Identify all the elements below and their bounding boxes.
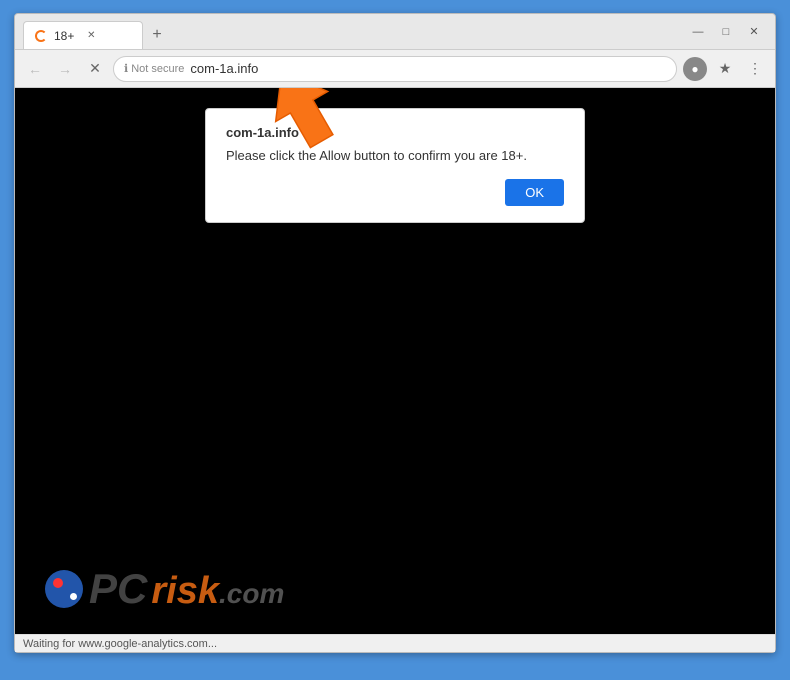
profile-button[interactable]: ●: [683, 57, 707, 81]
close-button[interactable]: ✕: [741, 19, 767, 45]
title-bar: 18+ ✕ + — □ ✕: [15, 14, 775, 50]
arrow-annotation: [246, 88, 366, 154]
logo-icon: [45, 570, 83, 608]
status-text: Waiting for www.google-analytics.com...: [23, 638, 217, 650]
dialog-message: Please click the Allow button to confirm…: [226, 148, 564, 163]
dialog-footer: OK: [226, 179, 564, 206]
tab-close-button[interactable]: ✕: [84, 29, 98, 43]
tab-area: 18+ ✕ +: [23, 14, 685, 49]
url-display: com-1a.info: [190, 61, 666, 76]
security-indicator: ℹ Not secure: [124, 62, 184, 75]
bookmark-button[interactable]: ★: [713, 57, 737, 81]
watermark-dotcom: .com: [219, 580, 284, 608]
ok-button[interactable]: OK: [505, 179, 564, 206]
browser-window: 18+ ✕ + — □ ✕ ← → ✕ ℹ Not secure com-1a.…: [14, 13, 776, 653]
status-bar: Waiting for www.google-analytics.com...: [15, 634, 775, 652]
watermark: PC risk .com: [45, 568, 284, 610]
minimize-button[interactable]: —: [685, 19, 711, 45]
maximize-button[interactable]: □: [713, 19, 739, 45]
forward-button[interactable]: →: [53, 57, 77, 81]
watermark-risk: risk: [151, 572, 219, 610]
dialog-site: com-1a.info says: [226, 125, 564, 140]
logo-dot-red: [53, 578, 63, 588]
back-button[interactable]: ←: [23, 57, 47, 81]
menu-button[interactable]: ⋮: [743, 57, 767, 81]
new-tab-button[interactable]: +: [143, 21, 171, 49]
info-icon: ℹ: [124, 62, 128, 75]
tab-title: 18+: [54, 29, 74, 43]
address-input[interactable]: ℹ Not secure com-1a.info: [113, 56, 677, 82]
window-controls: — □ ✕: [685, 19, 767, 45]
address-bar: ← → ✕ ℹ Not secure com-1a.info ● ★ ⋮: [15, 50, 775, 88]
page-content: com-1a.info says Please click the Allow …: [15, 88, 775, 634]
browser-tab[interactable]: 18+ ✕: [23, 21, 143, 49]
dialog-overlay: com-1a.info says Please click the Allow …: [15, 88, 775, 634]
security-text: Not secure: [131, 63, 184, 75]
watermark-pc: PC: [89, 568, 147, 610]
dialog-box: com-1a.info says Please click the Allow …: [205, 108, 585, 223]
reload-button[interactable]: ✕: [83, 57, 107, 81]
tab-favicon-icon: [34, 29, 48, 43]
logo-dot-white: [70, 593, 77, 600]
